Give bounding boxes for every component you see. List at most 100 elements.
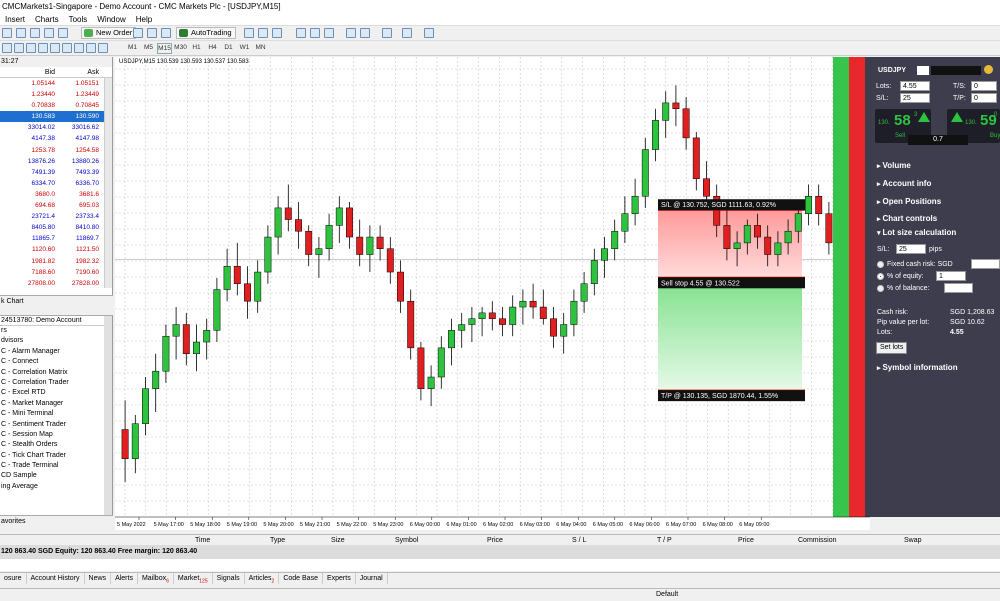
- tab-journal[interactable]: Journal: [356, 573, 388, 584]
- tab-mailbox[interactable]: Mailbox6: [138, 573, 174, 584]
- navigator-item[interactable]: CD Sample: [0, 471, 112, 481]
- autoscroll-icon[interactable]: [360, 28, 370, 38]
- tab-alerts[interactable]: Alerts: [111, 573, 138, 584]
- balance-radio[interactable]: [877, 285, 884, 292]
- new-order-button[interactable]: New Order: [81, 27, 137, 39]
- market-watch-row[interactable]: 1.23440 1.23449: [0, 89, 112, 100]
- ts-input[interactable]: 0: [971, 81, 997, 91]
- arrows-icon[interactable]: [98, 43, 108, 53]
- fixed-cash-radio[interactable]: [877, 261, 884, 268]
- tp-input[interactable]: 0: [971, 93, 997, 103]
- menu-window[interactable]: Window: [92, 13, 130, 25]
- meta-editor-icon[interactable]: [133, 28, 143, 38]
- tab-articles[interactable]: Articles2: [245, 573, 280, 584]
- zoom-out-icon[interactable]: [310, 28, 320, 38]
- timeframe-h1[interactable]: H1: [189, 43, 204, 54]
- menu-tools[interactable]: Tools: [64, 13, 93, 25]
- symbol-dropdown-icon[interactable]: [917, 66, 929, 75]
- timeframe-d1[interactable]: D1: [221, 43, 236, 54]
- line-chart-icon[interactable]: [272, 28, 282, 38]
- symbol-search-input[interactable]: [931, 66, 981, 75]
- tab-market[interactable]: Market125: [174, 573, 213, 584]
- market-watch-row[interactable]: 7188.60 7190.60: [0, 267, 112, 278]
- navigator-item[interactable]: C - Session Map: [0, 430, 112, 440]
- menu-charts[interactable]: Charts: [30, 13, 64, 25]
- history-center-icon[interactable]: [147, 28, 157, 38]
- tab-signals[interactable]: Signals: [213, 573, 245, 584]
- chart-shift-icon[interactable]: [346, 28, 356, 38]
- tab-osure[interactable]: osure: [0, 573, 27, 584]
- market-watch-row[interactable]: 33014.02 33016.62: [0, 122, 112, 133]
- panel-symbol[interactable]: USDJPY: [878, 66, 906, 75]
- candlestick-icon[interactable]: [258, 28, 268, 38]
- market-watch-row[interactable]: 694.68 695.03: [0, 200, 112, 211]
- section-chart-controls[interactable]: Chart controls: [877, 214, 937, 223]
- periods-icon[interactable]: [402, 28, 412, 38]
- timeframe-m5[interactable]: M5: [141, 43, 156, 54]
- tab-account-history[interactable]: Account History: [27, 573, 85, 584]
- market-watch-scrollbar[interactable]: [104, 78, 112, 288]
- new-chart-icon[interactable]: [2, 28, 12, 38]
- market-watch-row[interactable]: 3680.0 3681.6: [0, 189, 112, 200]
- market-watch-row[interactable]: 6334.70 6336.70: [0, 178, 112, 189]
- timeframe-w1[interactable]: W1: [237, 43, 252, 54]
- timeframe-mn[interactable]: MN: [253, 43, 268, 54]
- indicators-icon[interactable]: [382, 28, 392, 38]
- menu-help[interactable]: Help: [131, 13, 157, 25]
- market-watch-row[interactable]: 0.70838 0.70845: [0, 100, 112, 111]
- navigator-item[interactable]: dvisors: [0, 336, 112, 346]
- navigator-item[interactable]: C - Market Manager: [0, 399, 112, 409]
- trendline-icon[interactable]: [38, 43, 48, 53]
- sl-input[interactable]: 25: [900, 93, 930, 103]
- market-watch-row[interactable]: 13876.26 13880.26: [0, 156, 112, 167]
- section-volume[interactable]: Volume: [877, 161, 910, 170]
- navigator-item[interactable]: C - Alarm Manager: [0, 347, 112, 357]
- navigator-scrollbar[interactable]: [104, 316, 112, 516]
- favorites-tab[interactable]: avorites: [0, 515, 113, 527]
- balance-input[interactable]: [944, 283, 973, 293]
- equity-radio[interactable]: [877, 273, 884, 280]
- navigator-account[interactable]: 24513780: Demo Account: [0, 316, 112, 326]
- menu-insert[interactable]: Insert: [0, 13, 30, 25]
- timeframe-m15[interactable]: M15: [157, 43, 172, 54]
- market-watch-row[interactable]: 11865.7 11869.7: [0, 233, 112, 244]
- navigator-item[interactable]: C - Connect: [0, 357, 112, 367]
- symbol-info-section[interactable]: Symbol information: [877, 363, 957, 372]
- navigator-item[interactable]: rs: [0, 326, 112, 336]
- lots-input[interactable]: 4.55: [900, 81, 930, 91]
- bid-header[interactable]: Bid: [45, 67, 55, 78]
- market-watch-row[interactable]: 1120.60 1121.50: [0, 244, 112, 255]
- navigator-item[interactable]: C - Correlation Matrix: [0, 368, 112, 378]
- navigator-item[interactable]: C - Correlation Trader: [0, 378, 112, 388]
- calc-sl-input[interactable]: 25: [896, 244, 926, 254]
- market-watch-row[interactable]: 1981.82 1982.32: [0, 256, 112, 267]
- market-watch-icon[interactable]: [30, 28, 40, 38]
- tab-experts[interactable]: Experts: [323, 573, 356, 584]
- market-watch-row[interactable]: 8405.80 8410.80: [0, 222, 112, 233]
- section-account-info[interactable]: Account info: [877, 179, 931, 188]
- bar-chart-icon[interactable]: [244, 28, 254, 38]
- options-icon[interactable]: [161, 28, 171, 38]
- profiles-icon[interactable]: [16, 28, 26, 38]
- set-lots-button[interactable]: Set lots: [876, 342, 908, 354]
- tab-code-base[interactable]: Code Base: [279, 573, 323, 584]
- fixed-cash-input[interactable]: [971, 259, 1000, 269]
- equity-input[interactable]: 1: [936, 271, 966, 281]
- timeframe-m30[interactable]: M30: [173, 43, 188, 54]
- section-open-positions[interactable]: Open Positions: [877, 197, 941, 206]
- chart-canvas[interactable]: S/L @ 130.752, SGD 1111.63, 0.92% Sell st…: [115, 57, 870, 530]
- market-watch-row[interactable]: 7491.39 7493.39: [0, 167, 112, 178]
- navigator-icon[interactable]: [58, 28, 68, 38]
- navigator-item[interactable]: C - Mini Terminal: [0, 409, 112, 419]
- market-watch-row[interactable]: 4147.38 4147.98: [0, 133, 112, 144]
- navigator-item[interactable]: C - Sentiment Trader: [0, 420, 112, 430]
- market-watch-row[interactable]: 130.583 130.590: [0, 111, 112, 123]
- price-chart[interactable]: S/L @ 130.752, SGD 1111.63, 0.92% Sell st…: [115, 57, 870, 530]
- auto-trading-button[interactable]: AutoTrading: [176, 27, 236, 39]
- templates-icon[interactable]: [424, 28, 434, 38]
- timeframe-h4[interactable]: H4: [205, 43, 220, 54]
- vertical-line-icon[interactable]: [14, 43, 24, 53]
- crosshair-icon[interactable]: [2, 43, 12, 53]
- navigator-item[interactable]: C - Stealth Orders: [0, 440, 112, 450]
- zoom-in-icon[interactable]: [296, 28, 306, 38]
